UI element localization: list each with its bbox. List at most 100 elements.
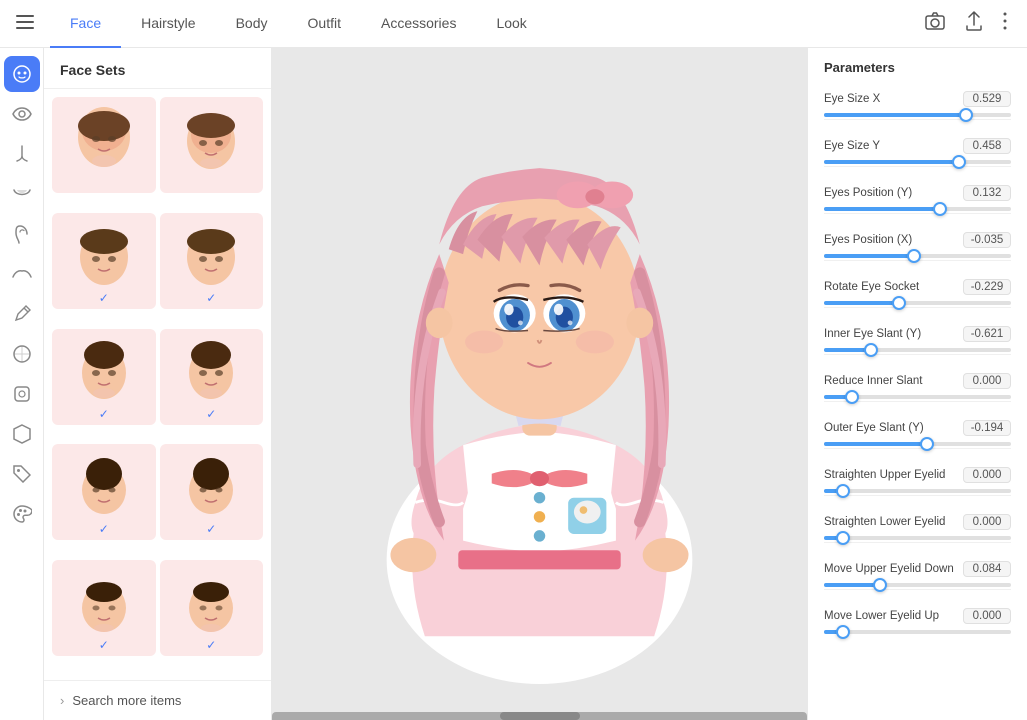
param-slider-7[interactable] xyxy=(824,442,1011,446)
param-item-4: Rotate Eye Socket -0.229 xyxy=(808,273,1027,320)
face-item-1[interactable] xyxy=(52,97,156,193)
check-mark-4: ✓ xyxy=(206,291,216,305)
param-slider-0[interactable] xyxy=(824,113,1011,117)
param-label-8: Straighten Upper Eyelid xyxy=(824,469,945,481)
palette-icon-btn[interactable] xyxy=(4,496,40,532)
ear2-icon-btn[interactable] xyxy=(4,376,40,412)
nav-tabs: Face Hairstyle Body Outfit Accessories L… xyxy=(50,0,921,48)
bottom-drag-handle[interactable] xyxy=(500,712,580,720)
pen-icon-btn[interactable] xyxy=(4,296,40,332)
param-slider-2[interactable] xyxy=(824,207,1011,211)
param-label-6: Reduce Inner Slant xyxy=(824,375,922,387)
param-item-7: Outer Eye Slant (Y) -0.194 xyxy=(808,414,1027,461)
param-item-8: Straighten Upper Eyelid 0.000 xyxy=(808,461,1027,508)
face-icon-btn[interactable] xyxy=(4,56,40,92)
param-item-2: Eyes Position (Y) 0.132 xyxy=(808,179,1027,226)
param-value-2: 0.132 xyxy=(963,185,1011,201)
check-mark-5: ✓ xyxy=(99,407,109,421)
param-value-5: -0.621 xyxy=(963,326,1011,342)
face-sets-panel: Face Sets xyxy=(44,48,272,720)
tab-hairstyle[interactable]: Hairstyle xyxy=(121,0,215,48)
param-item-0: Eye Size X 0.529 xyxy=(808,85,1027,132)
ear-icon-btn[interactable] xyxy=(4,216,40,252)
face-item-9[interactable]: ✓ xyxy=(52,560,156,656)
param-slider-11[interactable] xyxy=(824,630,1011,634)
chevron-right-icon: › xyxy=(60,693,64,708)
face-panel-title: Face Sets xyxy=(44,48,271,89)
param-label-9: Straighten Lower Eyelid xyxy=(824,516,945,528)
tag-icon-btn[interactable] xyxy=(4,456,40,492)
params-list: Eye Size X 0.529 Eye Size Y 0.458 Eyes P… xyxy=(808,85,1027,644)
face-item-2[interactable] xyxy=(160,97,264,193)
param-item-9: Straighten Lower Eyelid 0.000 xyxy=(808,508,1027,555)
camera-button[interactable] xyxy=(921,8,949,39)
nose-icon-btn[interactable] xyxy=(4,136,40,172)
character-canvas xyxy=(272,48,807,720)
param-value-6: 0.000 xyxy=(963,373,1011,389)
check-mark-8: ✓ xyxy=(206,522,216,536)
param-slider-9[interactable] xyxy=(824,536,1011,540)
param-item-10: Move Upper Eyelid Down 0.084 xyxy=(808,555,1027,602)
check-mark-6: ✓ xyxy=(206,407,216,421)
param-item-11: Move Lower Eyelid Up 0.000 xyxy=(808,602,1027,644)
param-label-0: Eye Size X xyxy=(824,93,880,105)
face2-icon-btn[interactable] xyxy=(4,336,40,372)
param-value-1: 0.458 xyxy=(963,138,1011,154)
face-item-8[interactable]: ✓ xyxy=(160,444,264,540)
tab-outfit[interactable]: Outfit xyxy=(288,0,361,48)
icon-sidebar xyxy=(0,48,44,720)
tab-face[interactable]: Face xyxy=(50,0,121,48)
tab-accessories[interactable]: Accessories xyxy=(361,0,476,48)
param-value-0: 0.529 xyxy=(963,91,1011,107)
param-value-7: -0.194 xyxy=(963,420,1011,436)
param-label-10: Move Upper Eyelid Down xyxy=(824,563,954,575)
check-mark-7: ✓ xyxy=(99,522,109,536)
param-slider-5[interactable] xyxy=(824,348,1011,352)
param-item-1: Eye Size Y 0.458 xyxy=(808,132,1027,179)
search-more-label: Search more items xyxy=(72,693,181,708)
param-value-11: 0.000 xyxy=(963,608,1011,624)
param-label-7: Outer Eye Slant (Y) xyxy=(824,422,924,434)
share-button[interactable] xyxy=(961,7,987,40)
eyebrow-icon-btn[interactable] xyxy=(4,256,40,292)
param-label-5: Inner Eye Slant (Y) xyxy=(824,328,921,340)
face-item-5[interactable]: ✓ xyxy=(52,329,156,425)
menu-icon[interactable] xyxy=(16,13,34,34)
param-slider-8[interactable] xyxy=(824,489,1011,493)
param-slider-6[interactable] xyxy=(824,395,1011,399)
face-item-4[interactable]: ✓ xyxy=(160,213,264,309)
param-label-2: Eyes Position (Y) xyxy=(824,187,912,199)
param-label-3: Eyes Position (X) xyxy=(824,234,912,246)
param-slider-10[interactable] xyxy=(824,583,1011,587)
param-label-11: Move Lower Eyelid Up xyxy=(824,610,939,622)
param-item-3: Eyes Position (X) -0.035 xyxy=(808,226,1027,273)
face-grid: ✓ ✓ xyxy=(44,89,271,680)
param-value-4: -0.229 xyxy=(963,279,1011,295)
more-button[interactable] xyxy=(999,8,1011,39)
parameters-title: Parameters xyxy=(808,60,1027,85)
check-mark-10: ✓ xyxy=(206,638,216,652)
param-label-1: Eye Size Y xyxy=(824,140,880,152)
tab-look[interactable]: Look xyxy=(476,0,546,48)
param-label-4: Rotate Eye Socket xyxy=(824,281,919,293)
param-value-10: 0.084 xyxy=(963,561,1011,577)
param-value-9: 0.000 xyxy=(963,514,1011,530)
face-item-6[interactable]: ✓ xyxy=(160,329,264,425)
face-item-10[interactable]: ✓ xyxy=(160,560,264,656)
param-item-5: Inner Eye Slant (Y) -0.621 xyxy=(808,320,1027,367)
shape-icon-btn[interactable] xyxy=(4,416,40,452)
check-mark-9: ✓ xyxy=(99,638,109,652)
param-item-6: Reduce Inner Slant 0.000 xyxy=(808,367,1027,414)
eye-icon-btn[interactable] xyxy=(4,96,40,132)
param-slider-4[interactable] xyxy=(824,301,1011,305)
search-more-button[interactable]: › Search more items xyxy=(44,680,271,720)
mouth-icon-btn[interactable] xyxy=(4,176,40,212)
face-item-7[interactable]: ✓ xyxy=(52,444,156,540)
param-slider-1[interactable] xyxy=(824,160,1011,164)
tab-body[interactable]: Body xyxy=(216,0,288,48)
param-value-8: 0.000 xyxy=(963,467,1011,483)
face-item-3[interactable]: ✓ xyxy=(52,213,156,309)
param-slider-3[interactable] xyxy=(824,254,1011,258)
check-mark-3: ✓ xyxy=(99,291,109,305)
param-value-3: -0.035 xyxy=(963,232,1011,248)
